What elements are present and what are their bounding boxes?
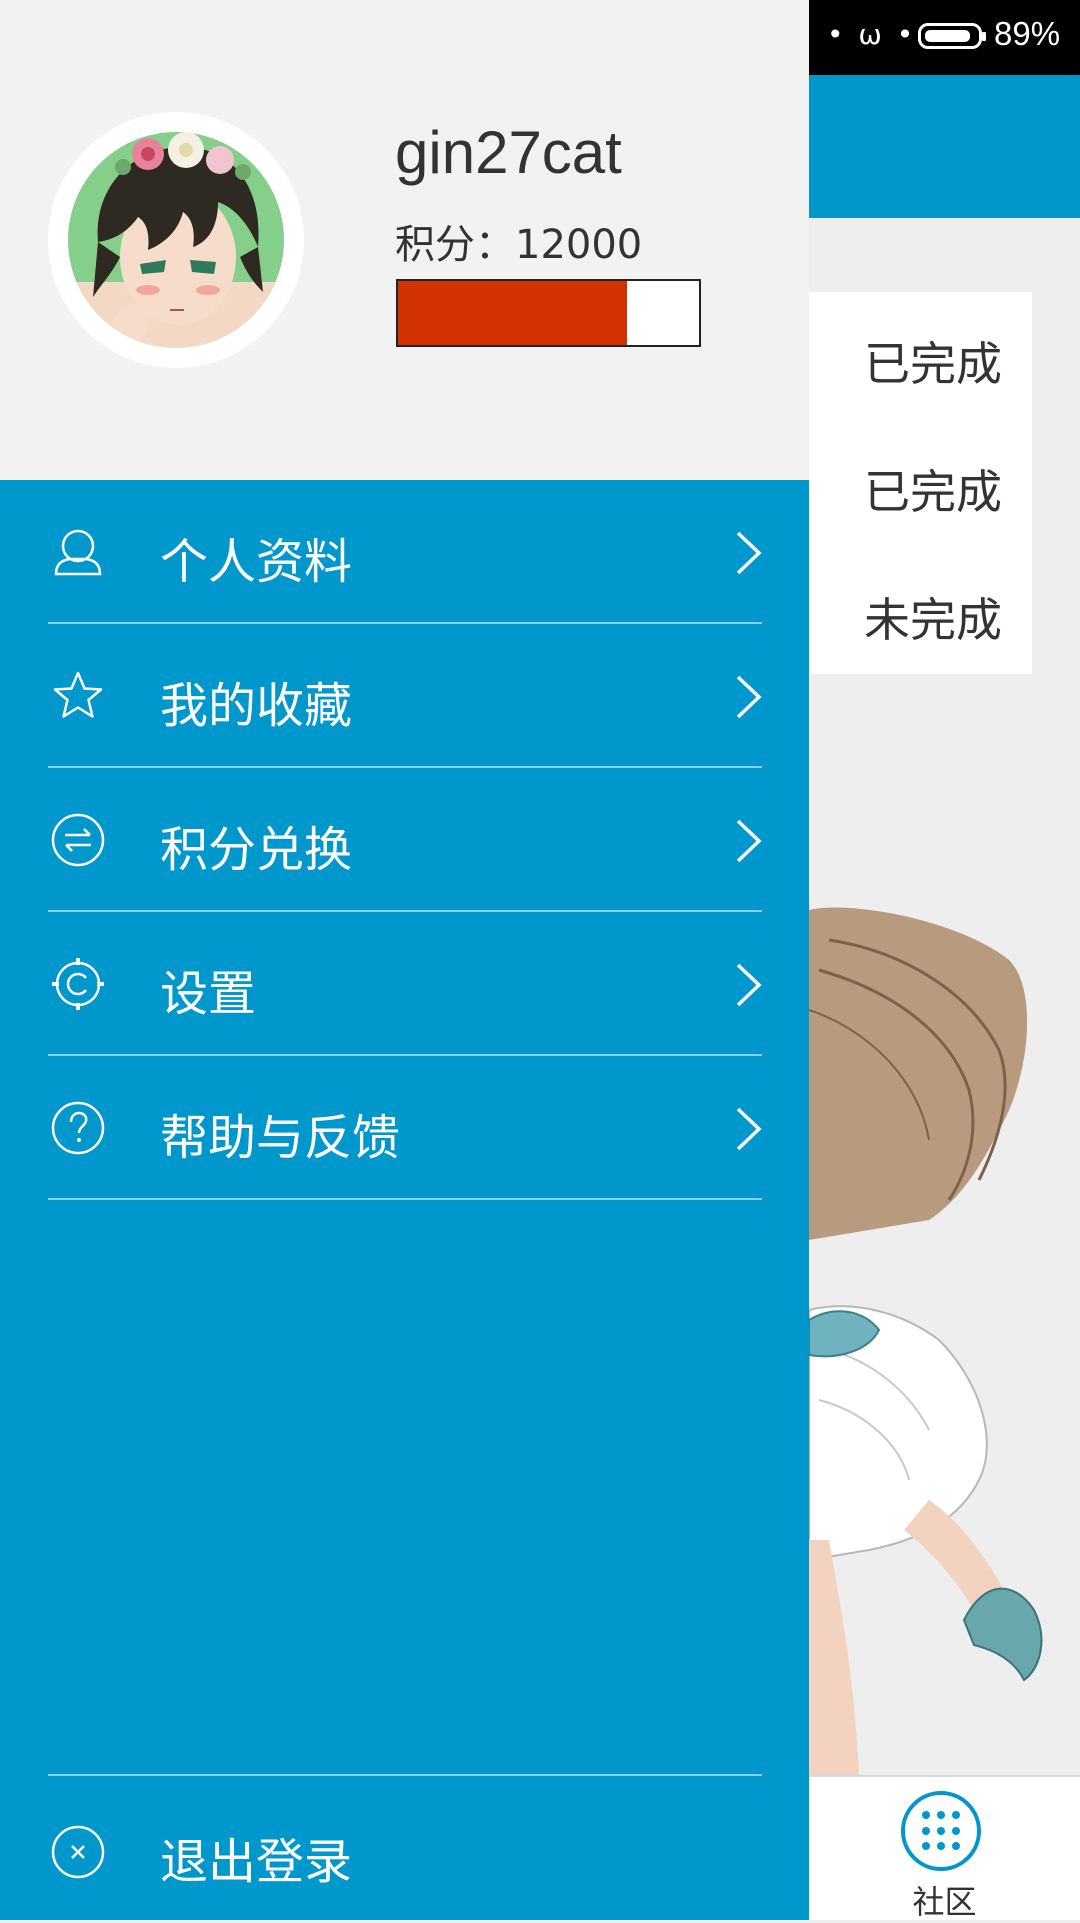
points-progress-fill [398, 281, 627, 345]
username: gin27cat [395, 119, 622, 186]
avatar[interactable] [48, 112, 304, 368]
task-status-3[interactable]: 未完成 [864, 584, 1002, 650]
points-progress-bar [396, 279, 701, 347]
divider [48, 1198, 762, 1200]
menu-label-favorites: 我的收藏 [160, 678, 353, 734]
help-icon [51, 1101, 105, 1155]
menu-label-help-feedback: 帮助与反馈 [160, 1110, 401, 1166]
navigation-drawer: gin27cat 积分：12000 个人资料 我的收藏 积分兑换 设置 帮助与反… [0, 0, 809, 1920]
grid-dots-icon[interactable] [901, 1791, 981, 1871]
main-header-bar [809, 75, 1080, 218]
menu-label-settings: 设置 [160, 966, 257, 1022]
chevron-right-icon [736, 963, 762, 1007]
user-icon [54, 529, 102, 576]
chevron-right-icon [736, 1107, 762, 1151]
chevron-right-icon [736, 531, 762, 575]
menu-item-profile[interactable]: 个人资料 [0, 480, 809, 624]
task-status-1[interactable]: 已完成 [864, 328, 1002, 394]
settings-icon [52, 958, 104, 1010]
logout-button[interactable]: 退出登录 [0, 1774, 809, 1920]
status-indicator: • ω • [827, 18, 917, 51]
status-bar: • ω • 89% [809, 0, 1080, 75]
chevron-right-icon [736, 675, 762, 719]
anime-illustration [807, 814, 1080, 1775]
points-text: 积分：12000 [395, 222, 643, 268]
task-status-2[interactable]: 已完成 [864, 456, 1002, 522]
menu-item-settings[interactable]: 设置 [0, 912, 809, 1056]
menu-item-help-feedback[interactable]: 帮助与反馈 [0, 1056, 809, 1200]
battery-percentage: 89% [994, 15, 1061, 52]
logout-label: 退出登录 [160, 1834, 353, 1890]
star-icon [53, 671, 103, 718]
battery-icon [918, 23, 986, 49]
menu-item-favorites[interactable]: 我的收藏 [0, 624, 809, 768]
bottom-nav: 社区 [809, 1775, 1080, 1923]
menu-label-points-exchange: 积分兑换 [160, 822, 353, 878]
task-status-card: 已完成 已完成 未完成 [809, 292, 1032, 674]
exchange-icon [51, 813, 105, 867]
nav-label-community[interactable]: 社区 [809, 1877, 1080, 1923]
close-circle-icon [51, 1825, 105, 1879]
menu-item-points-exchange[interactable]: 积分兑换 [0, 768, 809, 912]
profile-header: gin27cat 积分：12000 [0, 0, 809, 480]
menu-label-profile: 个人资料 [160, 534, 353, 590]
drawer-menu: 个人资料 我的收藏 积分兑换 设置 帮助与反馈 [0, 480, 809, 1200]
divider [48, 1774, 762, 1776]
chevron-right-icon [736, 819, 762, 863]
